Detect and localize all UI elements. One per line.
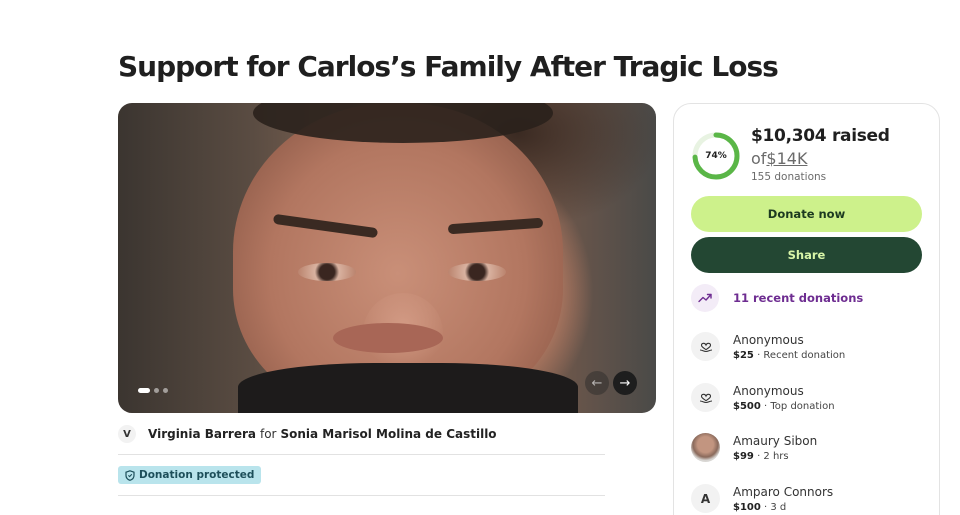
goal-line: of$14K [751,149,807,168]
organizer-name[interactable]: Virginia Barrera [148,427,256,441]
carousel-dot[interactable] [163,388,168,393]
organizer-line: V Virginia Barrera for Sonia Marisol Mol… [118,425,497,443]
donation-detail: · 3 d [764,501,787,513]
donate-now-button[interactable]: Donate now [691,196,922,232]
donation-item: Anonymous $25 · Recent donation [691,332,845,361]
donor-name: Amparo Connors [733,484,834,499]
page-title: Support for Carlos’s Family After Tragic… [118,50,779,83]
recent-donations-link[interactable]: 11 recent donations [691,284,863,312]
divider [118,454,605,455]
fundraiser-hero-image[interactable]: ← → [118,103,656,413]
donation-amount: $500 [733,400,761,412]
goal-prefix: of [751,149,767,168]
donation-item: A Amparo Connors $100 · 3 d [691,484,833,513]
shield-icon [125,469,135,481]
donor-name: Amaury Sibon [733,433,818,448]
donation-protected-label: Donation protected [139,469,255,481]
donation-protected-badge[interactable]: Donation protected [118,466,262,484]
donation-amount: $99 [733,450,754,462]
donation-item: Anonymous $500 · Top donation [691,383,835,412]
progress-percent: 74% [705,151,727,161]
arrow-left-icon: ← [591,375,603,391]
divider [118,495,605,496]
amount-raised: $10,304 raised [751,126,890,146]
arrow-right-icon: → [619,375,631,391]
donor-name: Anonymous [733,383,804,398]
heart-hand-icon [691,332,720,361]
donation-amount: $100 [733,501,761,513]
organizer-avatar: V [118,425,136,443]
share-button[interactable]: Share [691,237,922,273]
donation-amount: $25 [733,349,754,361]
carousel-indicator [138,388,168,393]
carousel-dot[interactable] [138,388,150,393]
donation-count: 155 donations [751,171,827,183]
carousel-dot[interactable] [154,388,159,393]
organizer-for-label: for [259,427,277,441]
progress-ring: 74% [691,131,741,181]
recent-donations-label: 11 recent donations [733,291,864,305]
donor-avatar-initial: A [691,484,720,513]
goal-amount[interactable]: $14K [766,149,807,168]
heart-hand-icon [691,383,720,412]
donor-name: Anonymous [733,332,804,347]
donor-avatar-photo [691,433,720,462]
carousel-next-button[interactable]: → [613,371,637,395]
trending-up-icon [691,284,719,312]
donation-sidebar: 74% $10,304 raised of$14K 155 donations … [673,103,940,515]
donation-detail: · Top donation [764,400,835,412]
donation-detail: · Recent donation [757,349,846,361]
carousel-prev-button[interactable]: ← [585,371,609,395]
donation-detail: · 2 hrs [757,450,789,462]
beneficiary-name[interactable]: Sonia Marisol Molina de Castillo [280,427,496,441]
donation-item: Amaury Sibon $99 · 2 hrs [691,433,817,462]
